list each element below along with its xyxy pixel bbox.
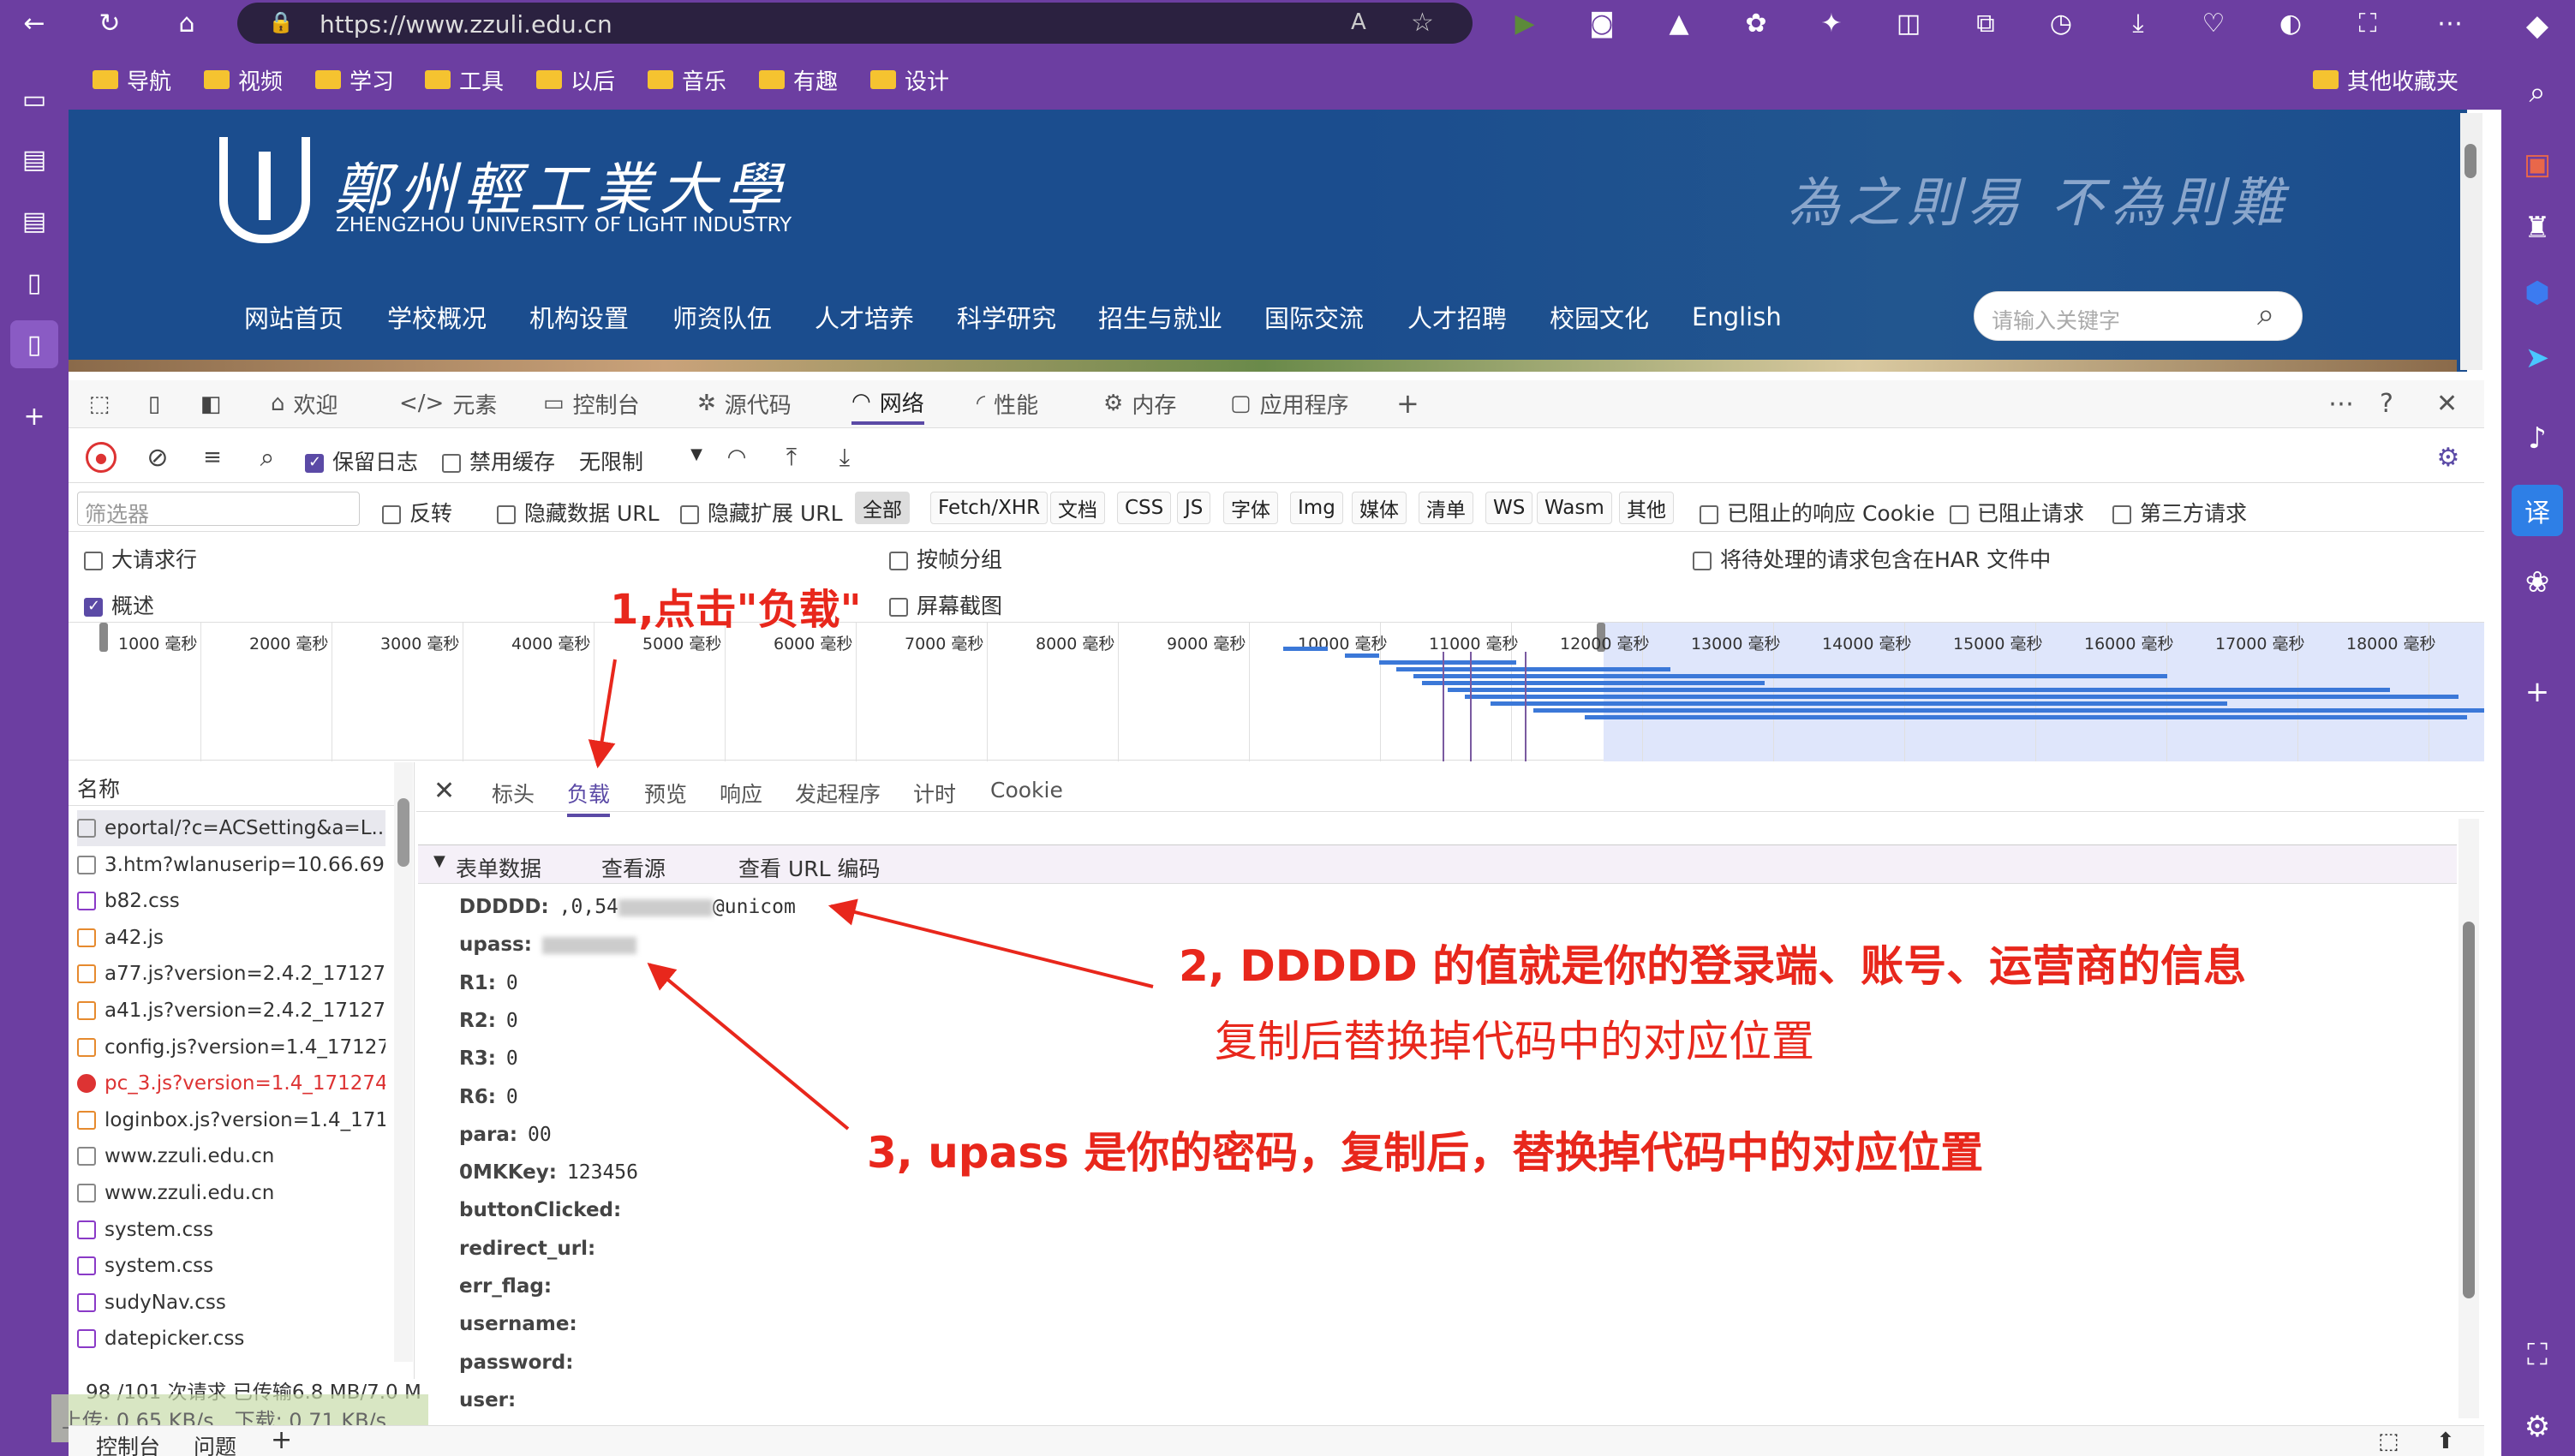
arrow-to-payload-tab	[588, 659, 617, 769]
arrow-to-ddddd	[827, 898, 1154, 988]
arrow-to-upass	[647, 962, 850, 1131]
annotation-step3: 3, upass 是你的密码，复制后，替换掉代码中的对应位置	[867, 1128, 1984, 1178]
annotation-step1: 1,点击"负载"	[610, 586, 862, 634]
annotation-step2: 2, DDDDD 的值就是你的登录端、账号、运营商的信息	[1179, 941, 2247, 991]
annotation-arrows	[588, 659, 1154, 1131]
annotation-step2b: 复制后替换掉代码中的对应位置	[1215, 1017, 1814, 1066]
